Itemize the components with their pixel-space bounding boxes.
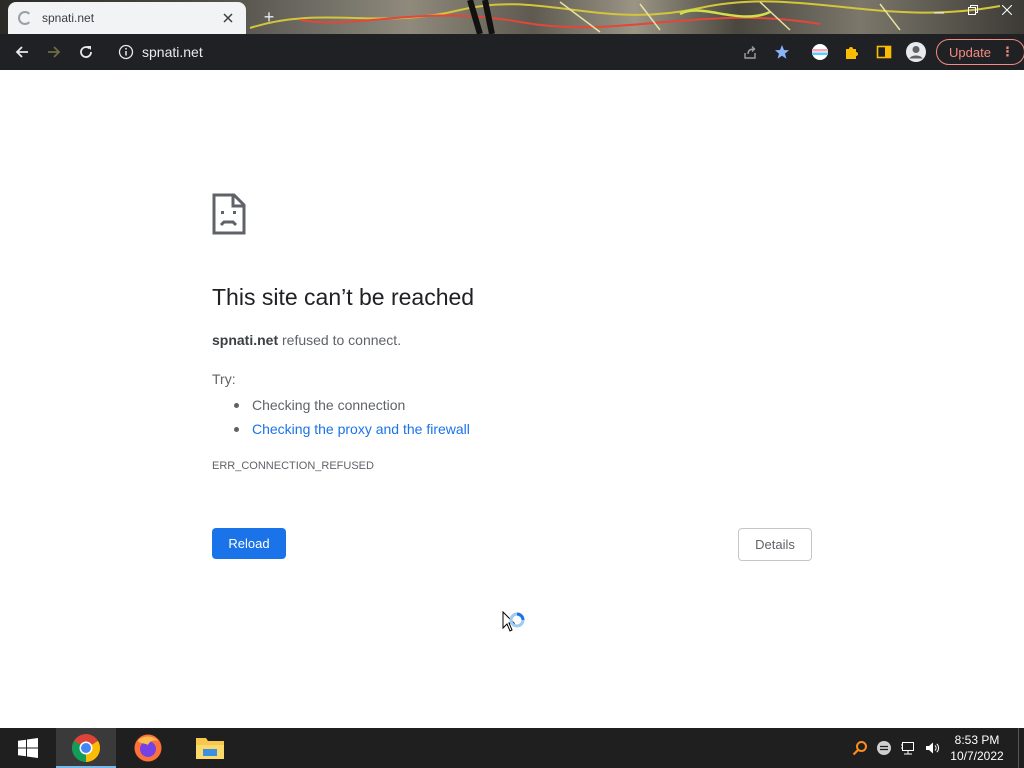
suggestion-list: Checking the connection Checking the pro…	[232, 393, 470, 441]
site-info-icon[interactable]	[118, 44, 134, 60]
error-code: ERR_CONNECTION_REFUSED	[212, 460, 374, 472]
suggestion-check-connection: Checking the connection	[232, 393, 470, 417]
bookmark-star-icon[interactable]	[766, 37, 798, 67]
browser-tab-strip: spnati.net +	[0, 0, 1024, 34]
update-button[interactable]: Update ⋮	[936, 39, 1024, 65]
taskbar-clock[interactable]: 8:53 PM 10/7/2022	[944, 732, 1010, 764]
file-explorer-icon	[196, 738, 224, 759]
search-tray-icon[interactable]	[848, 728, 872, 768]
suggestion-check-proxy-link[interactable]: Checking the proxy and the firewall	[232, 417, 470, 441]
page-title: This site can’t be reached	[212, 284, 475, 310]
status-tray-icon[interactable]	[872, 728, 896, 768]
details-button[interactable]: Details	[738, 528, 812, 561]
page-content: This site can’t be reached spnati.net re…	[0, 70, 1024, 728]
extensions-puzzle-icon[interactable]	[836, 36, 868, 68]
clock-time: 8:53 PM	[954, 733, 1000, 747]
show-desktop-button[interactable]	[1018, 728, 1019, 768]
new-tab-button[interactable]: +	[260, 8, 278, 26]
close-window-icon[interactable]	[990, 0, 1024, 20]
profile-avatar-icon[interactable]	[900, 36, 932, 68]
tab-title: spnati.net	[42, 11, 95, 25]
taskbar-chrome[interactable]	[56, 728, 116, 768]
window-controls	[922, 0, 1024, 20]
url-text: spnati.net	[142, 44, 203, 60]
loading-favicon-icon	[18, 11, 32, 25]
error-message: spnati.net refused to connect.	[212, 332, 401, 348]
try-label: Try:	[212, 371, 236, 387]
close-tab-icon[interactable]	[220, 10, 236, 26]
active-tab[interactable]: spnati.net	[8, 2, 246, 34]
address-bar[interactable]: spnati.net	[110, 37, 798, 67]
reload-icon[interactable]	[70, 36, 102, 68]
firefox-icon	[134, 734, 162, 762]
taskbar-firefox[interactable]	[118, 728, 178, 768]
side-panel-icon[interactable]	[868, 36, 900, 68]
taskbar-file-explorer[interactable]	[180, 728, 240, 768]
sad-page-icon	[212, 193, 246, 235]
browser-toolbar: spnati.net Update ⋮	[0, 34, 1024, 70]
clock-date: 10/7/2022	[950, 749, 1004, 763]
menu-dots-icon[interactable]: ⋮	[1001, 44, 1014, 60]
error-host: spnati.net	[212, 332, 279, 348]
start-windows-icon[interactable]	[6, 728, 50, 768]
extension-icon[interactable]	[804, 36, 836, 68]
update-label: Update	[949, 44, 991, 60]
error-message-text: refused to connect.	[278, 332, 402, 348]
system-tray	[848, 728, 944, 768]
reload-button[interactable]: Reload	[212, 528, 286, 559]
chrome-icon	[72, 734, 100, 762]
minimize-icon[interactable]	[922, 0, 956, 20]
mouse-cursor-busy-icon	[502, 611, 525, 632]
restore-icon[interactable]	[956, 0, 990, 20]
back-icon[interactable]	[6, 36, 38, 68]
toolbar-right: Update ⋮	[804, 36, 1024, 68]
windows-taskbar: 8:53 PM 10/7/2022	[0, 728, 1024, 768]
network-icon[interactable]	[896, 728, 920, 768]
forward-icon[interactable]	[38, 36, 70, 68]
share-icon[interactable]	[734, 37, 766, 67]
volume-icon[interactable]	[920, 728, 944, 768]
